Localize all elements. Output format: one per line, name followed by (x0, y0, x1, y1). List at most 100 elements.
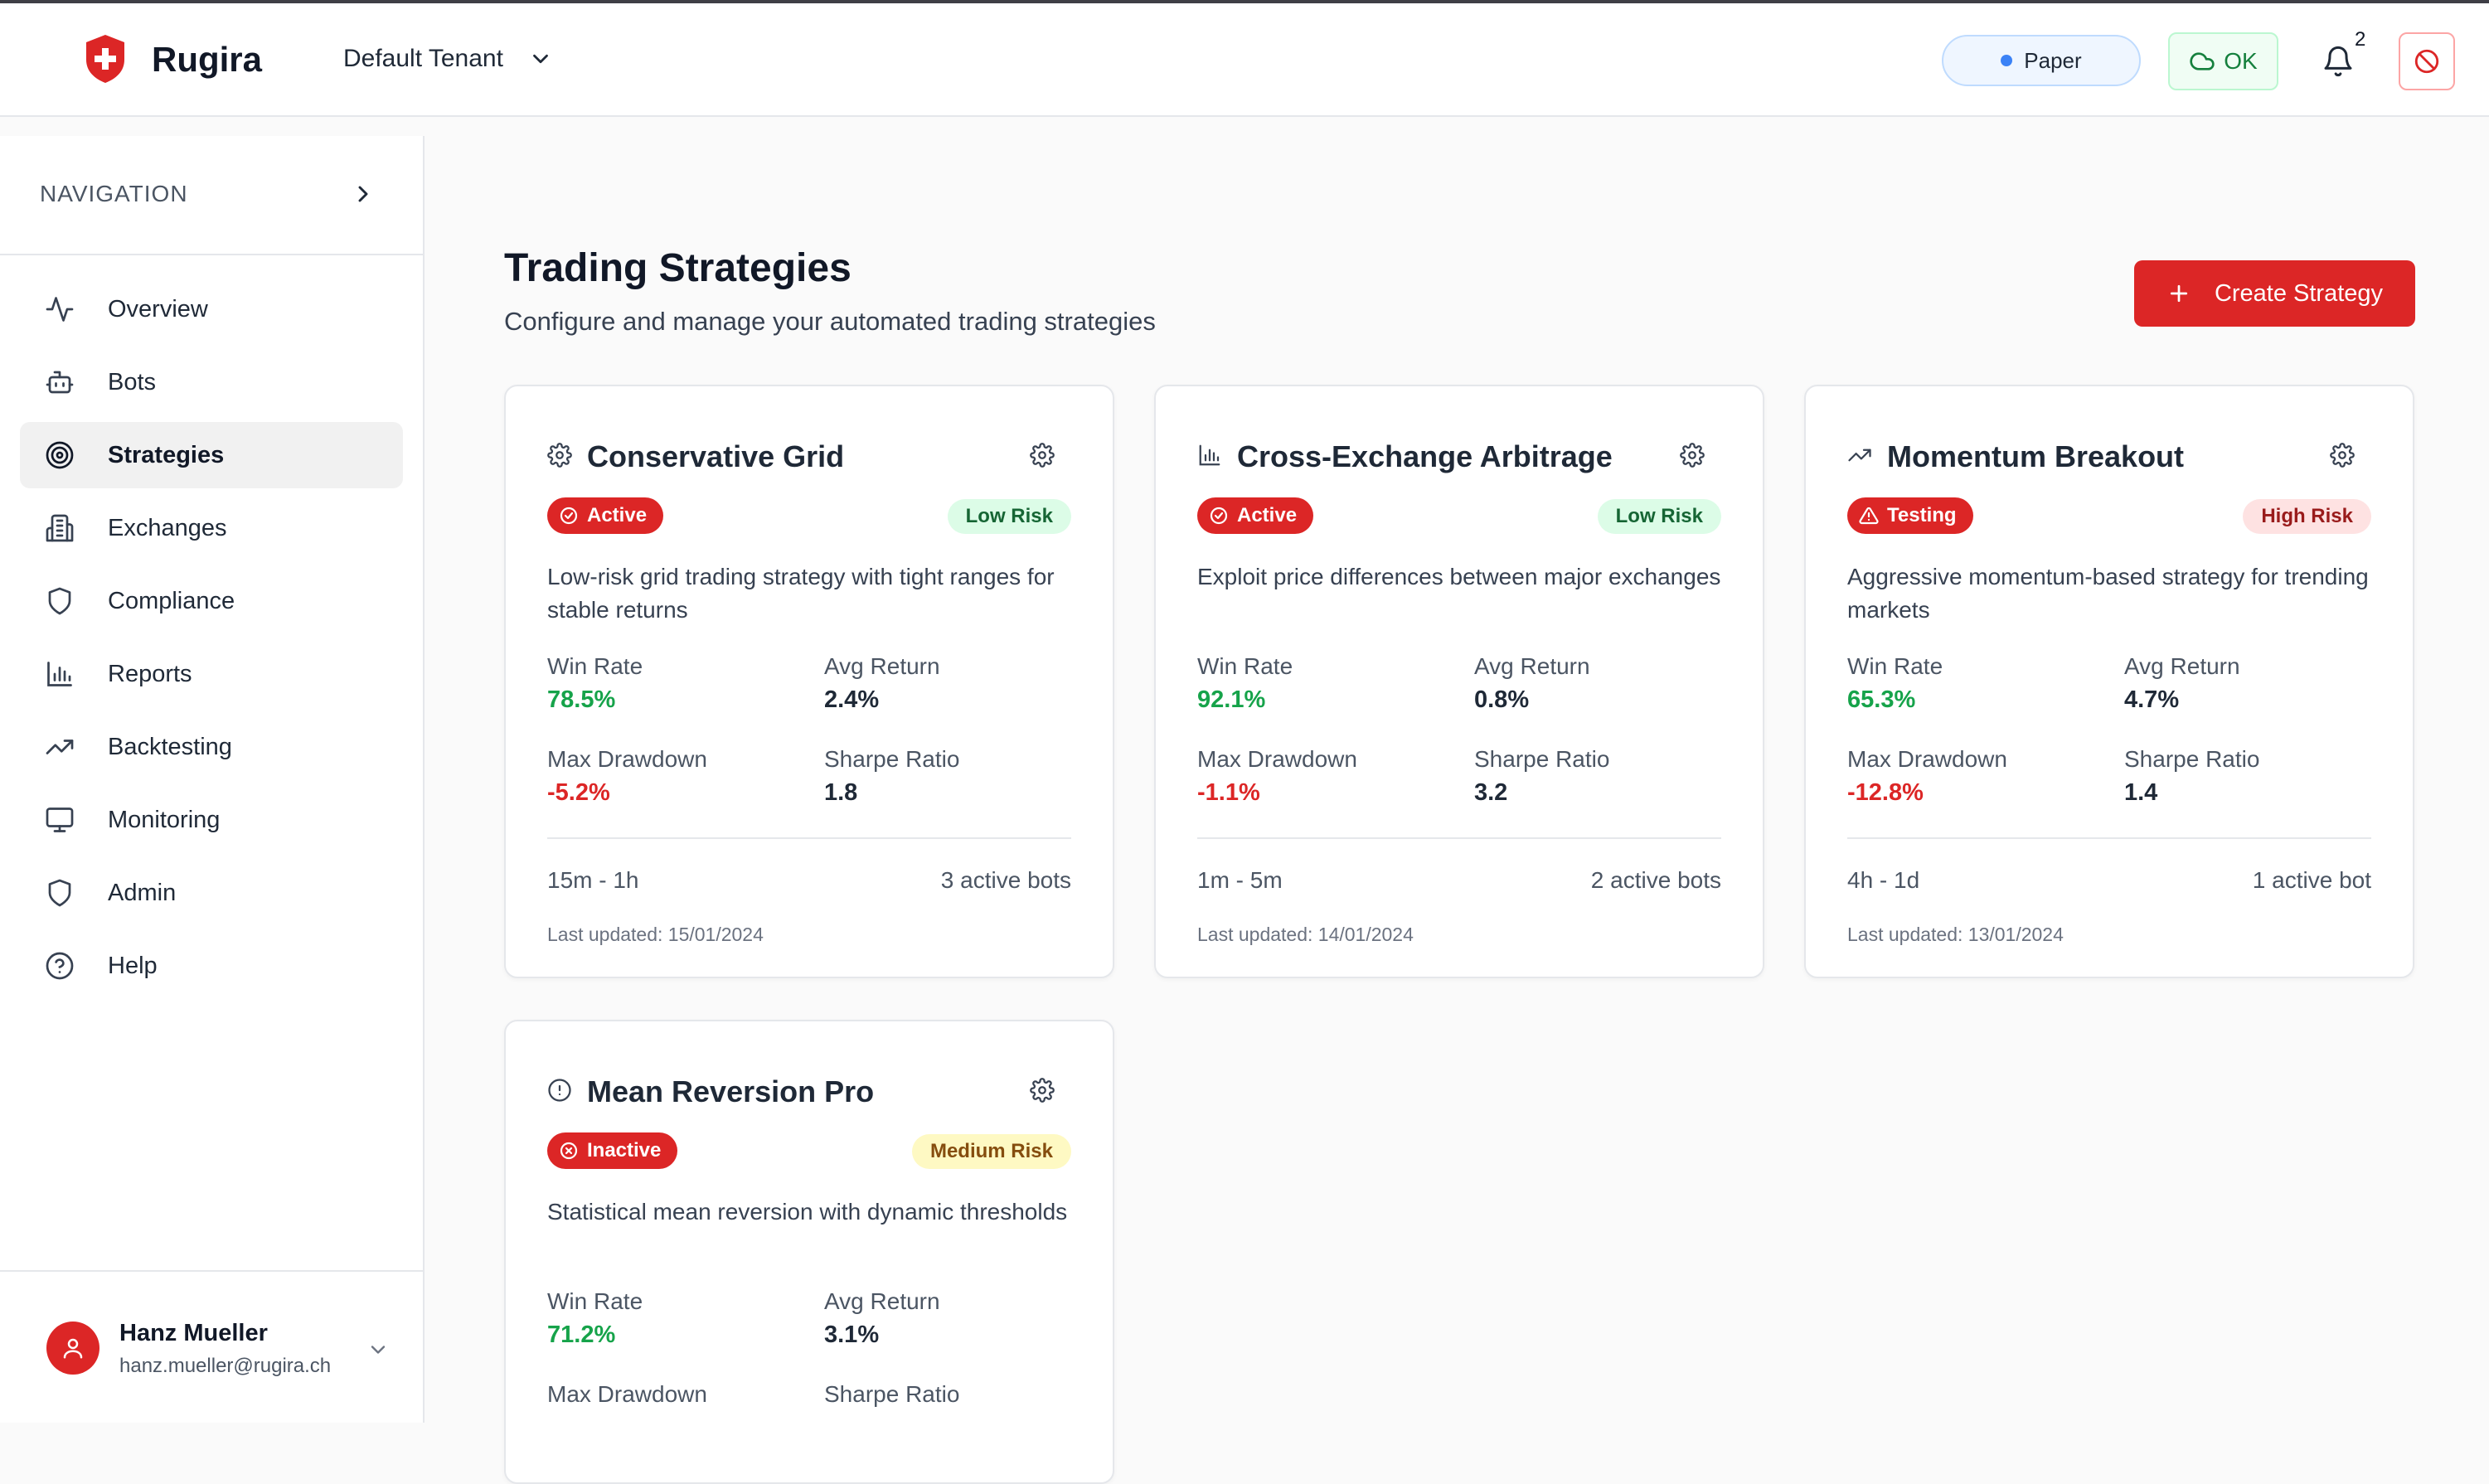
warning-triangle-icon (1859, 507, 1879, 525)
divider (1197, 837, 1721, 839)
emergency-stop-button[interactable] (2399, 32, 2455, 90)
win-rate-label: Win Rate (1197, 653, 1293, 679)
user-icon (63, 1338, 83, 1359)
sidebar-item-reports[interactable]: Reports (20, 641, 403, 707)
sidebar-item-backtesting[interactable]: Backtesting (20, 714, 403, 780)
trending-up-icon (45, 732, 75, 762)
sharpe-ratio-label: Sharpe Ratio (2124, 746, 2260, 772)
sidebar-item-admin[interactable]: Admin (20, 860, 403, 926)
strategy-name: Momentum Breakout (1887, 439, 2185, 473)
strategy-description: Statistical mean reversion with dynamic … (547, 1199, 1068, 1225)
sharpe-ratio-label: Sharpe Ratio (1474, 746, 1610, 772)
gear-icon (547, 443, 572, 468)
shield-logo-icon (86, 35, 124, 83)
strategy-card[interactable]: Mean Reversion Pro Inactive Medium Risk … (504, 1020, 1114, 1484)
trading-mode-badge[interactable]: Paper (1942, 35, 2141, 86)
settings-gear-icon[interactable] (1030, 443, 1055, 468)
win-rate-label: Win Rate (547, 653, 643, 679)
win-rate-value: 65.3% (1847, 686, 1916, 713)
sidebar-item-bots[interactable]: Bots (20, 349, 403, 415)
active-bots-count: 3 active bots (940, 867, 1071, 893)
sidebar-item-compliance[interactable]: Compliance (20, 568, 403, 634)
target-icon (45, 440, 75, 470)
tenant-selector[interactable]: Default Tenant (343, 45, 553, 73)
max-drawdown-value: -1.1% (1197, 779, 1260, 806)
sidebar-item-label: Strategies (108, 441, 225, 468)
create-strategy-button[interactable]: Create Strategy (2134, 260, 2415, 327)
strategy-card[interactable]: Cross-Exchange Arbitrage Active Low Risk… (1154, 385, 1764, 978)
user-email: hanz.mueller@rugira.ch (119, 1355, 332, 1377)
avatar (46, 1322, 99, 1375)
sidebar-item-label: Bots (108, 368, 157, 395)
win-rate-value: 71.2% (547, 1322, 616, 1348)
max-drawdown-label: Max Drawdown (1197, 746, 1357, 772)
shield-icon (45, 878, 75, 908)
sidebar-item-exchanges[interactable]: Exchanges (20, 495, 403, 561)
sidebar-header: NAVIGATION (0, 136, 423, 255)
sidebar-item-monitoring[interactable]: Monitoring (20, 787, 403, 853)
building-icon (45, 513, 75, 543)
status-label: Active (1237, 504, 1298, 526)
strategy-description: Exploit price differences between major … (1197, 564, 1721, 589)
sidebar-item-label: Compliance (108, 587, 235, 614)
timeframe: 4h - 1d (1847, 867, 1920, 893)
win-rate-value: 92.1% (1197, 686, 1266, 713)
bot-icon (45, 367, 75, 397)
strategy-description: Aggressive momentum-based strategy for t… (1847, 564, 2369, 623)
win-rate-label: Win Rate (1847, 653, 1943, 679)
avg-return-label: Avg Return (824, 1288, 940, 1314)
tenant-label: Default Tenant (343, 45, 503, 72)
risk-badge: Low Risk (1597, 499, 1721, 534)
alert-circle-icon (547, 1078, 572, 1103)
bell-icon[interactable] (2322, 45, 2355, 78)
strategy-name: Conservative Grid (587, 439, 845, 473)
risk-badge: Low Risk (947, 499, 1071, 534)
strategy-card[interactable]: Conservative Grid Active Low Risk Low-ri… (504, 385, 1114, 978)
last-updated: Last updated: 15/01/2024 (547, 924, 764, 945)
bar-chart-icon (45, 659, 75, 689)
cloud-icon (2190, 52, 2215, 70)
plus-icon (2170, 284, 2188, 303)
divider (1847, 837, 2371, 839)
page-title: Trading Strategies (504, 246, 852, 290)
avg-return-value: 0.8% (1474, 686, 1530, 713)
status-badge: Inactive (547, 1132, 678, 1169)
win-rate-label: Win Rate (547, 1288, 643, 1314)
page-subtitle: Configure and manage your automated trad… (504, 307, 1156, 336)
chevron-down-icon[interactable] (366, 1338, 390, 1361)
strategy-name: Cross-Exchange Arbitrage (1237, 439, 1613, 473)
avg-return-label: Avg Return (824, 653, 940, 679)
settings-gear-icon[interactable] (2330, 443, 2355, 468)
trading-mode-label: Paper (2024, 47, 2082, 73)
sidebar-item-strategies[interactable]: Strategies (20, 422, 403, 488)
sharpe-ratio-label: Sharpe Ratio (824, 1381, 960, 1407)
divider (547, 837, 1071, 839)
trending-up-icon (1847, 443, 1872, 468)
avg-return-label: Avg Return (1474, 653, 1590, 679)
create-strategy-label: Create Strategy (2214, 279, 2384, 307)
strategy-card[interactable]: Momentum Breakout Testing High Risk Aggr… (1804, 385, 2414, 978)
sidebar-item-help[interactable]: Help (20, 933, 403, 999)
activity-icon (45, 294, 75, 324)
user-profile-menu[interactable]: Hanz Mueller hanz.mueller@rugira.ch (0, 1270, 423, 1423)
active-bots-count: 2 active bots (1590, 867, 1721, 893)
top-header: Rugira Default Tenant Paper OK 2 (0, 3, 2489, 117)
settings-gear-icon[interactable] (1030, 1078, 1055, 1103)
sidebar: NAVIGATION Overview Bots Strategies Exch… (0, 136, 425, 1423)
sharpe-ratio-value: 1.8 (824, 779, 858, 806)
chevron-right-icon[interactable] (350, 181, 376, 207)
sidebar-item-overview[interactable]: Overview (20, 276, 403, 342)
connection-status-label: OK (2224, 48, 2258, 74)
connection-status-button[interactable]: OK (2168, 32, 2278, 90)
status-label: Active (587, 504, 648, 526)
check-circle-icon (1210, 507, 1228, 525)
sidebar-item-label: Reports (108, 660, 192, 687)
sidebar-title: NAVIGATION (40, 181, 188, 206)
max-drawdown-value: -5.2% (547, 779, 610, 806)
monitor-icon (45, 805, 75, 835)
settings-gear-icon[interactable] (1680, 443, 1705, 468)
active-bots-count: 1 active bot (2252, 867, 2371, 893)
sharpe-ratio-label: Sharpe Ratio (824, 746, 960, 772)
avg-return-label: Avg Return (2124, 653, 2240, 679)
user-name: Hanz Mueller (119, 1320, 268, 1346)
